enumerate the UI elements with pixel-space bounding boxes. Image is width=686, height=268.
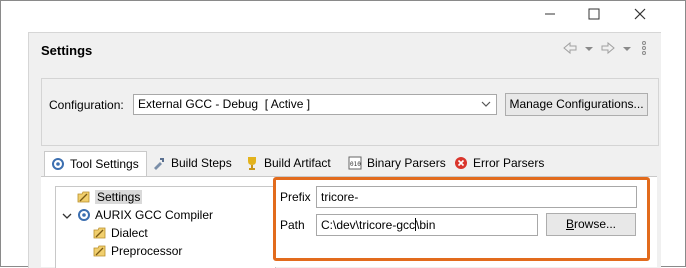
maximize-icon xyxy=(588,8,600,20)
forward-button[interactable] xyxy=(600,40,616,58)
forward-menu-button[interactable] xyxy=(622,40,632,58)
tab-label: Binary Parsers xyxy=(367,156,446,170)
vertical-dots-icon xyxy=(642,41,646,55)
path-value-end: \bin xyxy=(416,218,436,232)
tree-item-label: Preprocessor xyxy=(111,244,183,258)
back-button[interactable] xyxy=(562,40,578,58)
tab-tool-settings[interactable]: Tool Settings xyxy=(44,151,147,177)
tree-item-dialect[interactable]: Dialect xyxy=(93,226,148,240)
prefix-field[interactable]: tricore- xyxy=(316,186,637,208)
forward-arrow-icon xyxy=(601,41,615,55)
configuration-label: Configuration: xyxy=(49,98,124,112)
chevron-down-icon xyxy=(481,101,491,107)
tab-label: Build Steps xyxy=(171,156,232,170)
tree-item-settings[interactable]: Settings xyxy=(77,190,143,204)
tree-item-label: Settings xyxy=(95,190,143,204)
tree-item-aurix-gcc-compiler[interactable]: AURIX GCC Compiler xyxy=(77,208,213,222)
tab-label: Error Parsers xyxy=(473,156,545,170)
view-menu-button[interactable] xyxy=(640,40,648,58)
tree-item-label: Dialect xyxy=(111,226,148,240)
svg-text:010: 010 xyxy=(350,161,361,168)
tool-settings-icon xyxy=(52,158,64,170)
configuration-selected-value: External GCC - Debug [ Active ] xyxy=(138,97,311,111)
compiler-icon xyxy=(78,209,90,221)
binary-parsers-icon: 010 xyxy=(348,156,362,170)
build-steps-icon xyxy=(154,158,164,170)
close-button[interactable] xyxy=(630,4,650,24)
page-title: Settings xyxy=(41,43,93,58)
prefix-label: Prefix xyxy=(280,190,311,204)
tab-build-artifact[interactable]: Build Artifact xyxy=(239,151,337,175)
path-field[interactable]: C:\dev\tricore-gcc\bin xyxy=(316,214,538,236)
minimize-icon xyxy=(545,13,555,15)
path-value-start: C:\dev\tricore-gcc xyxy=(321,218,416,232)
browse-mnemonic: B xyxy=(565,217,574,231)
tree-item-label: AURIX GCC Compiler xyxy=(95,208,214,222)
tab-error-parsers[interactable]: Error Parsers xyxy=(448,151,550,175)
error-parsers-icon xyxy=(455,157,467,169)
chevron-down-icon xyxy=(623,47,631,51)
browse-label: rowse... xyxy=(574,217,617,231)
maximize-button[interactable] xyxy=(584,4,604,24)
manage-configurations-button[interactable]: Manage Configurations... xyxy=(505,93,648,116)
back-arrow-icon xyxy=(563,41,577,55)
settings-folder-icon xyxy=(93,227,106,239)
tab-label: Tool Settings xyxy=(70,157,139,171)
settings-folder-icon xyxy=(93,245,106,257)
tab-build-steps[interactable]: Build Steps xyxy=(146,151,238,175)
path-label: Path xyxy=(280,218,305,232)
settings-folder-icon xyxy=(77,191,90,203)
minimize-button[interactable] xyxy=(540,4,560,24)
close-icon xyxy=(634,8,646,20)
chevron-down-icon xyxy=(585,47,593,51)
chevron-down-icon[interactable] xyxy=(62,211,72,221)
browse-button[interactable]: Browse... xyxy=(546,213,636,236)
tab-label: Build Artifact xyxy=(264,156,331,170)
back-menu-button[interactable] xyxy=(584,40,594,58)
tab-binary-parsers[interactable]: 010 Binary Parsers xyxy=(342,151,452,175)
configuration-select[interactable]: External GCC - Debug [ Active ] xyxy=(133,94,497,115)
tree-item-preprocessor[interactable]: Preprocessor xyxy=(93,244,182,258)
build-artifact-icon xyxy=(248,157,256,170)
